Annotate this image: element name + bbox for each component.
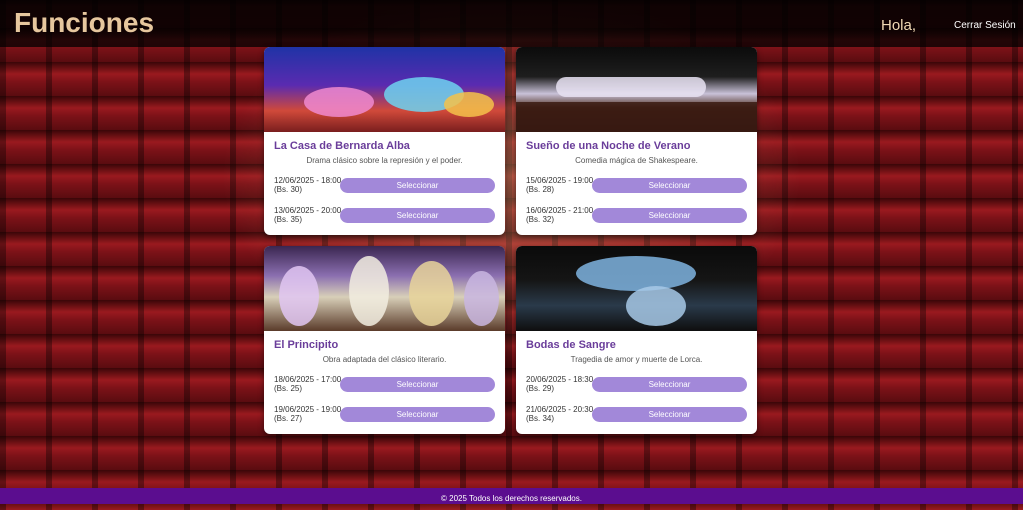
function-card: Sueño de una Noche de Verano Comedia mág…: [516, 47, 757, 235]
function-image: [264, 47, 505, 132]
select-show-button[interactable]: Seleccionar: [340, 407, 495, 422]
show-datetime-price: 15/06/2025 - 19:00 (Bs. 28): [526, 176, 594, 194]
logout-link[interactable]: Cerrar Sesión: [954, 20, 1016, 31]
function-description: Tragedia de amor y muerte de Lorca.: [570, 355, 703, 364]
function-title: La Casa de Bernarda Alba: [274, 140, 410, 152]
show-row: 18/06/2025 - 17:00 (Bs. 25) Seleccionar: [274, 375, 495, 395]
show-datetime-price: 20/06/2025 - 18:30 (Bs. 29): [526, 375, 594, 393]
show-row: 13/06/2025 - 20:00 (Bs. 35) Seleccionar: [274, 206, 495, 226]
show-datetime-price: 13/06/2025 - 20:00 (Bs. 35): [274, 206, 342, 224]
show-row: 15/06/2025 - 19:00 (Bs. 28) Seleccionar: [526, 176, 747, 196]
show-row: 20/06/2025 - 18:30 (Bs. 29) Seleccionar: [526, 375, 747, 395]
show-datetime-price: 16/06/2025 - 21:00 (Bs. 32): [526, 206, 594, 224]
select-show-button[interactable]: Seleccionar: [592, 178, 747, 193]
select-show-button[interactable]: Seleccionar: [340, 208, 495, 223]
show-row: 16/06/2025 - 21:00 (Bs. 32) Seleccionar: [526, 206, 747, 226]
show-datetime-price: 21/06/2025 - 20:30 (Bs. 34): [526, 405, 594, 423]
show-datetime-price: 18/06/2025 - 17:00 (Bs. 25): [274, 375, 342, 393]
function-image: [264, 246, 505, 331]
function-title: Sueño de una Noche de Verano: [526, 140, 691, 152]
select-show-button[interactable]: Seleccionar: [340, 377, 495, 392]
function-image: [516, 47, 757, 132]
page-title: Funciones: [14, 7, 155, 38]
function-title: El Principito: [274, 339, 339, 351]
function-image: [516, 246, 757, 331]
function-title: Bodas de Sangre: [526, 339, 616, 351]
top-bar: Funciones Hola, Cerrar Sesión: [0, 0, 1023, 47]
select-show-button[interactable]: Seleccionar: [592, 208, 747, 223]
select-show-button[interactable]: Seleccionar: [340, 178, 495, 193]
function-description: Drama clásico sobre la represión y el po…: [306, 156, 463, 165]
show-row: 12/06/2025 - 18:00 (Bs. 30) Seleccionar: [274, 176, 495, 196]
function-card: Bodas de Sangre Tragedia de amor y muert…: [516, 246, 757, 434]
show-row: 21/06/2025 - 20:30 (Bs. 34) Seleccionar: [526, 405, 747, 425]
footer: © 2025 Todos los derechos reservados.: [0, 488, 1023, 504]
show-datetime-price: 19/06/2025 - 19:00 (Bs. 27): [274, 405, 342, 423]
show-row: 19/06/2025 - 19:00 (Bs. 27) Seleccionar: [274, 405, 495, 425]
function-card: El Principito Obra adaptada del clásico …: [264, 246, 505, 434]
select-show-button[interactable]: Seleccionar: [592, 407, 747, 422]
function-card: La Casa de Bernarda Alba Drama clásico s…: [264, 47, 505, 235]
show-datetime-price: 12/06/2025 - 18:00 (Bs. 30): [274, 176, 342, 194]
select-show-button[interactable]: Seleccionar: [592, 377, 747, 392]
function-description: Comedia mágica de Shakespeare.: [575, 156, 698, 165]
function-description: Obra adaptada del clásico literario.: [322, 355, 447, 364]
user-greeting: Hola,: [881, 17, 917, 34]
